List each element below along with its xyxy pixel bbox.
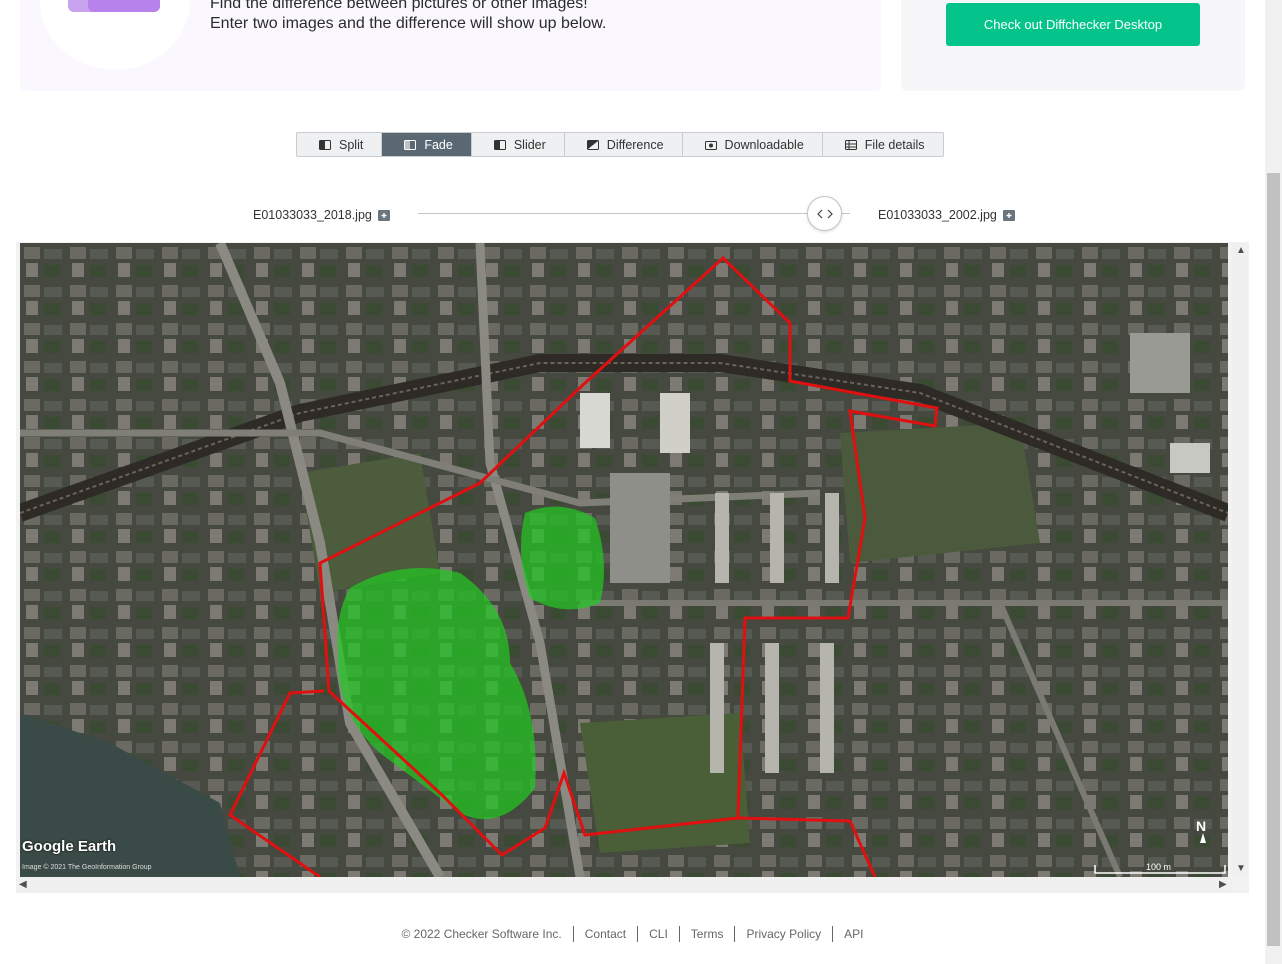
footer-link-terms[interactable]: Terms [680, 926, 736, 942]
view-mode-tabs: Split Fade Slider Difference Downloadabl… [296, 132, 944, 157]
images-icon [68, 0, 160, 12]
tab-difference[interactable]: Difference [565, 133, 683, 156]
folder-plus-icon[interactable] [377, 209, 390, 221]
difference-icon [586, 139, 599, 150]
footer-link-contact[interactable]: Contact [574, 926, 639, 942]
scroll-right-icon[interactable]: ▶ [1219, 879, 1227, 890]
north-arrow-icon: N [1196, 818, 1207, 834]
hero-line-2: Enter two images and the difference will… [210, 15, 607, 32]
footer-link-cli[interactable]: CLI [638, 926, 680, 942]
tab-label: Difference [606, 137, 664, 152]
tab-downloadable[interactable]: Downloadable [683, 133, 823, 156]
tab-label: Split [339, 137, 364, 152]
page: Find the difference between pictures or … [0, 0, 1282, 964]
tab-label: Slider [513, 137, 546, 152]
promo-panel: Check out Diffchecker Desktop [901, 0, 1245, 91]
tab-fade[interactable]: Fade [382, 133, 472, 156]
viewer-horizontal-scrollbar[interactable]: ◀ ▶ [16, 877, 1232, 893]
tab-label: Fade [424, 137, 453, 152]
slider-icon [493, 139, 506, 150]
table-icon [844, 139, 857, 150]
scroll-left-icon[interactable]: ◀ [19, 879, 27, 890]
folder-plus-icon[interactable] [1002, 209, 1015, 221]
viewer-vertical-scrollbar[interactable]: ▲ ▼ [1232, 243, 1248, 877]
left-file-name: E01033033_2018.jpg [253, 208, 372, 222]
right-file-name: E01033033_2002.jpg [878, 208, 997, 222]
site-footer: © 2022 Checker Software Inc. Contact CLI… [0, 926, 1265, 942]
aerial-map-image [20, 243, 1228, 877]
desktop-promo-button[interactable]: Check out Diffchecker Desktop [946, 3, 1200, 46]
tab-file-details[interactable]: File details [823, 133, 943, 156]
scroll-up-icon[interactable]: ▲ [1236, 245, 1246, 256]
scale-label: 100 m [1146, 862, 1172, 872]
google-earth-logo: Google Earth [22, 838, 117, 855]
scroll-down-icon[interactable]: ▼ [1236, 863, 1246, 874]
page-scrollbar-thumb[interactable] [1267, 173, 1280, 946]
tab-label: Downloadable [724, 137, 804, 152]
camera-icon [704, 140, 717, 150]
tab-slider[interactable]: Slider [472, 133, 565, 156]
hero-panel: Find the difference between pictures or … [20, 0, 881, 91]
fade-slider-track[interactable] [418, 213, 850, 214]
fade-icon [404, 139, 417, 150]
fade-slider-handle[interactable] [807, 196, 842, 231]
copyright-text: © 2022 Checker Software Inc. [390, 926, 574, 942]
hero-description: Find the difference between pictures or … [210, 0, 606, 34]
hero-line-1: Find the difference between pictures or … [210, 0, 588, 12]
tab-split[interactable]: Split [297, 133, 383, 156]
split-icon [319, 139, 331, 150]
code-arrows-icon [816, 209, 833, 218]
footer-link-privacy[interactable]: Privacy Policy [735, 926, 834, 942]
comparison-image[interactable] [20, 243, 1228, 877]
right-file-label: E01033033_2002.jpg [878, 208, 1015, 222]
tab-label: File details [864, 137, 925, 152]
left-file-label: E01033033_2018.jpg [253, 208, 390, 222]
imagery-credit: Image © 2021 The GeoInformation Group [22, 864, 152, 871]
footer-link-api[interactable]: API [833, 926, 874, 942]
